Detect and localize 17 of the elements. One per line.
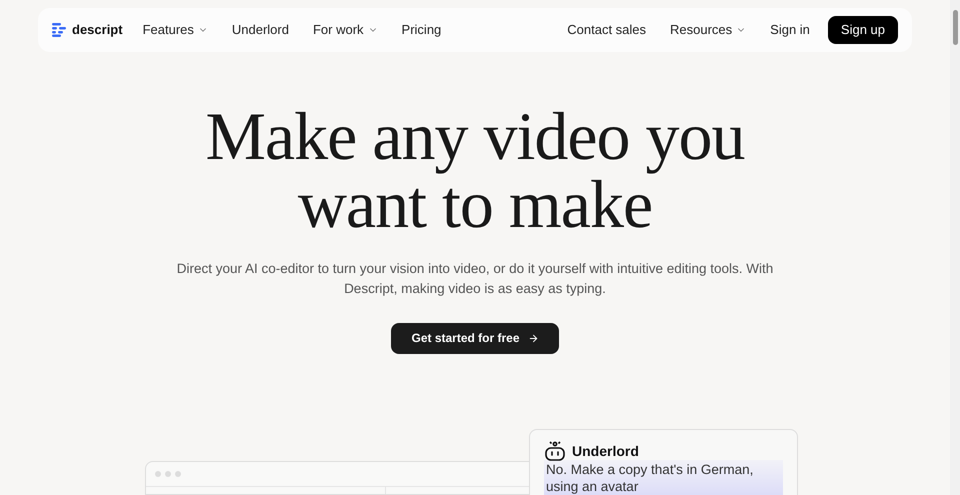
nav-link[interactable]: Resources [670, 20, 746, 40]
arrow-right-icon [528, 332, 539, 344]
hero-subtitle: Direct your AI co-editor to turn your vision into video, or do it yourself with intuitive editing tools. With Descript, making video is as easy as typing. [176, 260, 774, 298]
sign-up-button[interactable]: Sign up [828, 16, 898, 44]
nav-link[interactable]: Sign in [770, 20, 810, 40]
nav-link[interactable]: For work [312, 20, 378, 40]
chat-title: Underlord [572, 442, 639, 460]
logo-icon [52, 23, 66, 38]
robot-icon [544, 440, 566, 462]
nav-link[interactable]: Features [142, 20, 208, 40]
nav-link[interactable]: Contact sales [567, 20, 646, 40]
nav-link[interactable]: Pricing [402, 20, 442, 40]
nav-link[interactable]: Underlord [232, 20, 289, 40]
chat-message: No. Make a copy that's in German, using an avatar [544, 460, 783, 495]
hero-title: Make any video you want to make [205, 102, 745, 238]
get-started-button[interactable]: Get started for free [391, 323, 559, 354]
logo-text[interactable]: descript [72, 20, 123, 40]
